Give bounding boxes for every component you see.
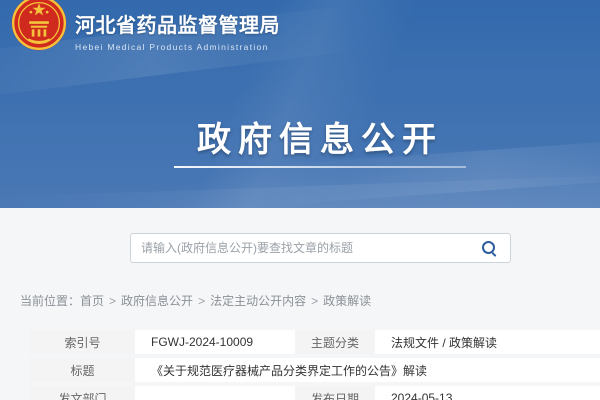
- table-row: 索引号 FGWJ-2024-10009 主题分类 法规文件 / 政策解读: [30, 330, 600, 354]
- publish-date-value: 2024-05-13: [375, 386, 600, 400]
- search-icon: [482, 241, 497, 256]
- table-row: 标题 《关于规范医疗器械产品分类界定工作的公告》解读: [30, 358, 600, 382]
- publish-date-label: 发布日期: [295, 386, 375, 400]
- site-title: 河北省药品监督管理局: [75, 9, 280, 38]
- browser-viewport: 河北省药品监督管理局 Hebei Medical Products Admini…: [0, 0, 600, 400]
- subject-category-value: 法规文件 / 政策解读: [375, 330, 600, 354]
- breadcrumb-item-info-disclosure[interactable]: 政府信息公开: [121, 294, 193, 308]
- search-input[interactable]: [131, 234, 468, 262]
- subject-category-label: 主题分类: [295, 330, 375, 354]
- breadcrumb-separator: >: [198, 294, 205, 308]
- breadcrumb-item-home[interactable]: 首页: [80, 294, 104, 308]
- search-bar: [130, 233, 511, 263]
- title-value: 《关于规范医疗器械产品分类界定工作的公告》解读: [135, 358, 600, 382]
- table-row: 发文部门 发布日期 2024-05-13: [30, 386, 600, 400]
- breadcrumb-separator: >: [109, 294, 116, 308]
- search-button[interactable]: [468, 234, 510, 262]
- issuing-department-value: [135, 386, 295, 400]
- breadcrumb-prefix: 当前位置：: [20, 294, 80, 308]
- title-label: 标题: [30, 358, 135, 382]
- national-emblem-icon: [10, 0, 68, 52]
- document-info-table: 索引号 FGWJ-2024-10009 主题分类 法规文件 / 政策解读 标题 …: [30, 330, 600, 400]
- index-number-label: 索引号: [30, 330, 135, 354]
- page: 河北省药品监督管理局 Hebei Medical Products Admini…: [0, 0, 600, 400]
- site-brand[interactable]: 河北省药品监督管理局 Hebei Medical Products Admini…: [10, 0, 280, 52]
- site-title-english: Hebei Medical Products Administration: [75, 42, 280, 52]
- banner-underline: [174, 166, 466, 168]
- breadcrumb-item-policy-interpretation[interactable]: 政策解读: [323, 294, 371, 308]
- breadcrumb-item-statutory-content[interactable]: 法定主动公开内容: [210, 294, 306, 308]
- issuing-department-label: 发文部门: [30, 386, 135, 400]
- site-header: 河北省药品监督管理局 Hebei Medical Products Admini…: [0, 0, 600, 208]
- breadcrumb-separator: >: [311, 294, 318, 308]
- index-number-value: FGWJ-2024-10009: [135, 330, 295, 354]
- site-title-block: 河北省药品监督管理局 Hebei Medical Products Admini…: [75, 0, 280, 52]
- breadcrumb: 当前位置：首页 > 政府信息公开 > 法定主动公开内容 > 政策解读: [20, 292, 371, 309]
- banner-title: 政府信息公开: [0, 112, 600, 161]
